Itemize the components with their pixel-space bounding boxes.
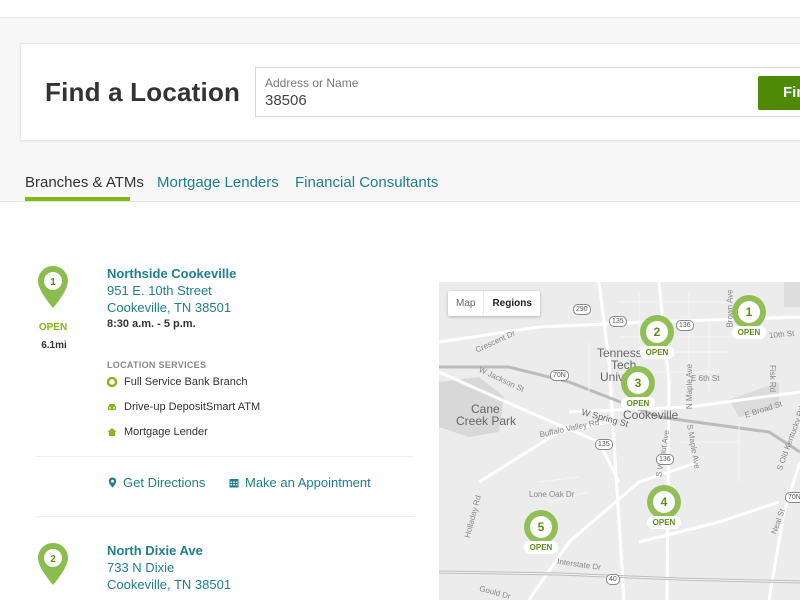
get-directions-label: Get Directions [123,475,206,490]
map-panel[interactable]: Crescent Dr W Jackson St W Spring St Buf… [439,282,800,600]
location-pin-icon: 2 [38,543,68,585]
services-heading: LOCATION SERVICES [107,360,207,370]
page-title: Find a Location [45,77,241,107]
marker-open-badge: OPEN [640,346,674,359]
map-marker[interactable]: 2 OPEN [640,315,674,363]
map-marker[interactable]: 3 OPEN [621,366,655,414]
car-icon [108,404,116,410]
service-label: Full Service Bank Branch [124,376,248,388]
marker-open-badge: OPEN [524,541,558,554]
location-name-link[interactable]: Northside Cookeville [107,266,236,281]
location-pin-icon: 1 [38,266,68,308]
get-directions-link[interactable]: Get Directions [108,475,205,490]
search-input[interactable] [265,92,745,109]
marker-number: 2 [646,321,668,343]
service-item: Drive-up DepositSmart ATM [107,401,260,413]
active-tab-indicator [25,197,130,201]
find-button[interactable]: Find [758,76,800,110]
map-view-button[interactable]: Map [448,291,485,316]
location-name-link[interactable]: North Dixie Ave [107,543,203,558]
address-line-2: Cookeville, TN 38501 [107,300,232,315]
regions-view-button[interactable]: Regions [484,291,539,316]
marker-open-badge: OPEN [647,516,681,529]
route-shield: 136 [656,454,674,465]
tab-mortgage-lenders[interactable]: Mortgage Lenders [157,174,279,191]
marker-open-badge: OPEN [732,326,766,339]
route-shield: 70N [550,370,569,381]
route-shield: 136 [676,320,694,331]
route-shield: 70N [785,492,800,503]
make-appointment-link[interactable]: Make an Appointment [229,475,371,490]
address-line-1: 951 E. 10th Street [107,283,212,298]
street-label: N Maple Ave [685,363,695,410]
map-marker[interactable]: 1 OPEN [732,295,766,343]
park-area [784,282,800,307]
make-appointment-label: Make an Appointment [245,475,371,490]
address-line-1: 733 N Dixie [107,560,175,575]
service-label: Mortgage Lender [124,426,208,438]
marker-number: 5 [530,516,552,538]
marker-number: 4 [653,491,675,513]
tab-branches-atms[interactable]: Branches & ATMs [25,174,144,191]
calendar-icon [229,478,239,487]
service-item: Full Service Bank Branch [107,376,248,388]
location-type-tabs: Branches & ATMs Mortgage Lenders Financi… [0,160,800,202]
map-marker[interactable]: 4 OPEN [647,485,681,533]
street-label: Lone Oak Dr [529,490,575,499]
route-shield: 40 [606,574,620,585]
marker-open-badge: OPEN [621,397,655,410]
marker-number: 1 [738,301,760,323]
divider [36,456,414,457]
marker-number: 3 [627,372,649,394]
pin-number: 2 [50,554,56,565]
hours: 8:30 a.m. - 5 p.m. [107,318,196,330]
route-shield: 135 [609,316,627,327]
top-nav-bar [0,0,800,18]
route-shield: 135 [595,439,613,450]
map-type-toggle: Map Regions [448,291,540,316]
divider [36,516,414,517]
distance: 6.1mi [41,340,67,351]
branch-icon [107,377,117,387]
tab-financial-consultants[interactable]: Financial Consultants [295,174,438,191]
search-field-label: Address or Name [265,76,359,90]
street-label: Fisk Rd [768,364,778,393]
street-label: E 6th St [691,374,720,383]
map-marker[interactable]: 5 OPEN [524,510,558,558]
route-shield: 290 [573,304,591,315]
home-icon [107,428,117,436]
address-search-field[interactable]: Address or Name [255,67,800,117]
place-label-cane-creek: Creek Park [456,414,517,428]
pin-number: 1 [50,277,56,288]
open-status: OPEN [38,322,68,333]
address-line-2: Cookeville, TN 38501 [107,577,232,592]
map-pin-icon [108,477,117,488]
search-card: Find a Location Address or Name Find [20,43,800,141]
service-item: Mortgage Lender [107,426,208,438]
service-label: Drive-up DepositSmart ATM [124,401,261,413]
